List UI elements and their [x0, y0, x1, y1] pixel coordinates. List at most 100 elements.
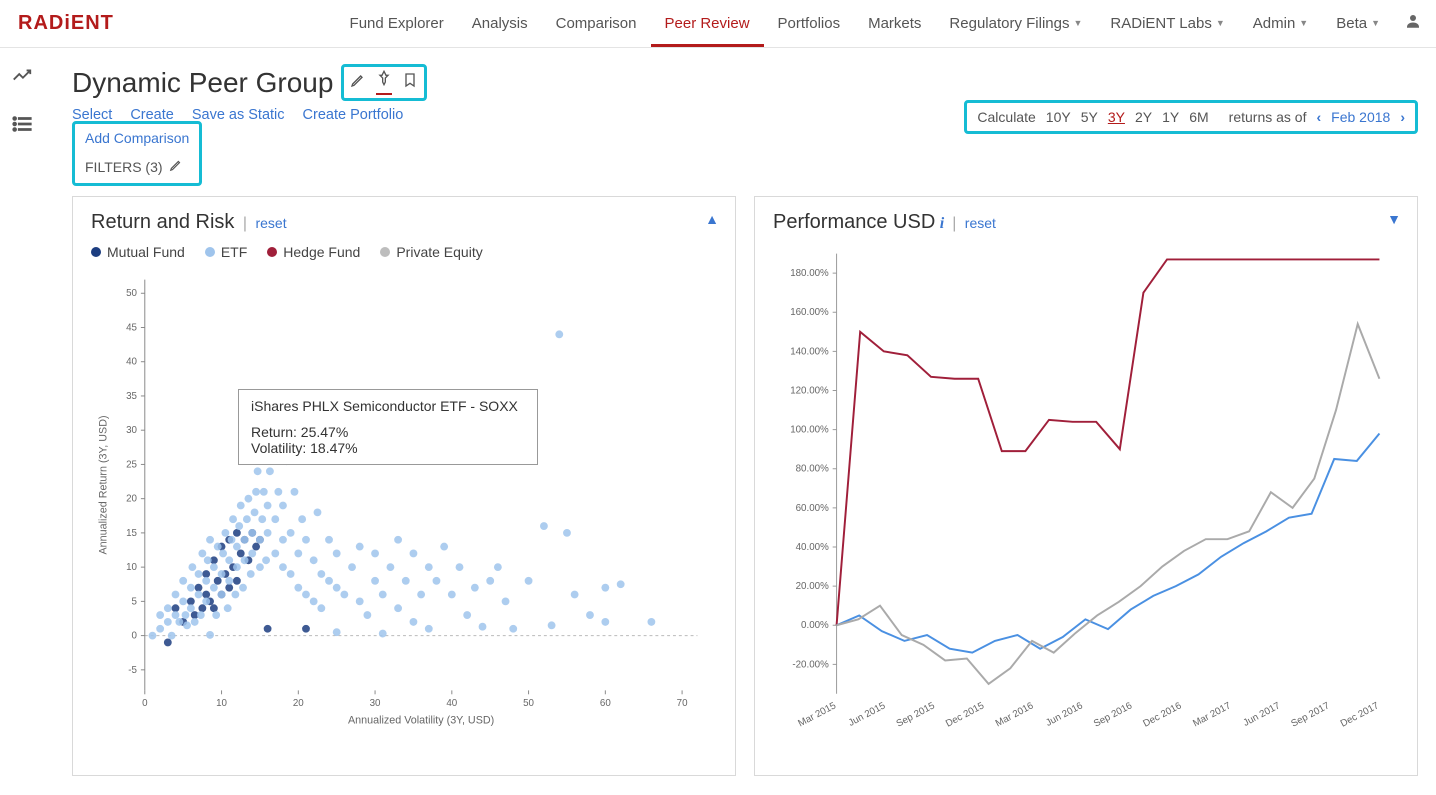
legend-private-equity[interactable]: Private Equity [380, 244, 482, 260]
nav-comparison[interactable]: Comparison [542, 1, 651, 47]
svg-text:50: 50 [126, 288, 137, 299]
nav-portfolios[interactable]: Portfolios [764, 1, 855, 47]
svg-text:Jun 2016: Jun 2016 [1044, 700, 1085, 729]
nav-radient-labs[interactable]: RADiENT Labs▼ [1096, 1, 1238, 47]
period-10Y[interactable]: 10Y [1046, 109, 1071, 125]
filters-label[interactable]: FILTERS (3) [85, 159, 163, 175]
svg-text:45: 45 [126, 322, 137, 333]
period-6M[interactable]: 6M [1189, 109, 1208, 125]
calc-date[interactable]: Feb 2018 [1331, 109, 1390, 125]
performance-chart[interactable]: -20.00% 0.00% 20.00% 40.00% 60.00% 80.00% 100.… [773, 234, 1399, 743]
svg-text:Mar 2016: Mar 2016 [994, 700, 1036, 729]
return-risk-reset[interactable]: reset [255, 215, 286, 231]
svg-text:Jun 2015: Jun 2015 [847, 700, 888, 729]
period-5Y[interactable]: 5Y [1081, 109, 1098, 125]
expand-icon[interactable]: ▼ [1387, 211, 1401, 227]
chart-icon[interactable] [11, 64, 33, 91]
collapse-icon[interactable]: ▲ [705, 211, 719, 227]
period-2Y[interactable]: 2Y [1135, 109, 1152, 125]
svg-text:20: 20 [293, 698, 304, 709]
svg-text:60: 60 [600, 698, 611, 709]
svg-text:5: 5 [132, 596, 138, 607]
svg-text:180.00%: 180.00% [790, 268, 829, 279]
svg-text:-20.00%: -20.00% [792, 659, 829, 670]
svg-text:Dec 2017: Dec 2017 [1339, 700, 1381, 729]
svg-text:-5: -5 [128, 665, 137, 676]
svg-text:Mar 2017: Mar 2017 [1191, 700, 1233, 729]
brand-logo[interactable]: RADiENT [18, 12, 114, 35]
date-prev-icon[interactable]: ‹ [1316, 109, 1321, 125]
nav-fund-explorer[interactable]: Fund Explorer [336, 1, 458, 47]
svg-text:20: 20 [126, 494, 137, 505]
period-3Y[interactable]: 3Y [1108, 109, 1125, 125]
filters-edit-icon[interactable] [169, 158, 183, 175]
performance-title: Performance USD [773, 211, 935, 233]
period-1Y[interactable]: 1Y [1162, 109, 1179, 125]
svg-text:0: 0 [132, 631, 138, 642]
performance-reset[interactable]: reset [965, 215, 996, 231]
user-icon[interactable] [1404, 12, 1422, 35]
topbar: RADiENT Fund ExplorerAnalysisComparisonP… [0, 0, 1436, 48]
svg-text:40.00%: 40.00% [796, 542, 829, 553]
svg-text:Jun 2017: Jun 2017 [1241, 700, 1282, 729]
svg-text:10: 10 [216, 698, 227, 709]
nav-markets[interactable]: Markets [854, 1, 935, 47]
nav-beta[interactable]: Beta▼ [1322, 1, 1394, 47]
nav-regulatory-filings[interactable]: Regulatory Filings▼ [935, 1, 1096, 47]
svg-text:Dec 2016: Dec 2016 [1141, 700, 1183, 729]
nav-analysis[interactable]: Analysis [458, 1, 542, 47]
svg-text:35: 35 [126, 391, 137, 402]
svg-text:30: 30 [126, 425, 137, 436]
sub-controls-box: Add Comparison FILTERS (3) [72, 121, 202, 186]
bookmark-icon[interactable] [402, 72, 418, 93]
svg-text:80.00%: 80.00% [796, 464, 829, 475]
legend-hedge-fund[interactable]: Hedge Fund [267, 244, 360, 260]
svg-text:40: 40 [446, 698, 457, 709]
left-rail [0, 48, 44, 208]
calc-suffix: returns as of [1229, 109, 1307, 125]
legend-mutual-fund[interactable]: Mutual Fund [91, 244, 185, 260]
svg-text:160.00%: 160.00% [790, 307, 829, 318]
svg-text:10: 10 [126, 562, 137, 573]
action-create-portfolio[interactable]: Create Portfolio [303, 107, 404, 123]
svg-text:Sep 2015: Sep 2015 [895, 700, 938, 730]
return-risk-legend: Mutual Fund ETF Hedge Fund Private Equity [91, 244, 717, 260]
pin-icon[interactable] [376, 70, 392, 95]
svg-text:0.00%: 0.00% [801, 620, 829, 631]
svg-text:Sep 2017: Sep 2017 [1289, 700, 1331, 729]
top-nav: Fund ExplorerAnalysisComparisonPeer Revi… [336, 1, 1394, 47]
date-next-icon[interactable]: › [1400, 109, 1405, 125]
svg-text:Annualized Volatility (3Y, USD: Annualized Volatility (3Y, USD) [348, 715, 494, 727]
calc-label: Calculate [977, 109, 1035, 125]
svg-text:20.00%: 20.00% [796, 581, 829, 592]
svg-text:25: 25 [126, 459, 137, 470]
svg-text:Mar 2015: Mar 2015 [796, 700, 838, 729]
svg-text:100.00%: 100.00% [790, 425, 829, 436]
svg-text:140.00%: 140.00% [790, 346, 829, 357]
svg-text:70: 70 [677, 698, 688, 709]
nav-admin[interactable]: Admin▼ [1239, 1, 1322, 47]
svg-text:50: 50 [523, 698, 534, 709]
return-risk-title: Return and Risk [91, 211, 234, 233]
calc-period-bar: Calculate 10Y5Y3Y2Y1Y6M returns as of ‹ … [964, 100, 1418, 134]
performance-panel: Performance USD i | reset ▼ -20.00%0.00%… [754, 196, 1418, 776]
info-icon[interactable]: i [940, 215, 948, 232]
scatter-chart[interactable]: -5 0 5 10 15 20 25 30 35 40 45 50 0 10 20 30 40 50 60 70 Ann… [91, 260, 717, 739]
scatter-tooltip: iShares PHLX Semiconductor ETF - SOXX Re… [238, 389, 538, 465]
add-comparison-link[interactable]: Add Comparison [85, 130, 189, 146]
svg-text:15: 15 [126, 528, 137, 539]
return-risk-panel: Return and Risk | reset ▲ Mutual FundETF… [72, 196, 736, 776]
legend-etf[interactable]: ETF [205, 244, 247, 260]
list-icon[interactable] [11, 113, 33, 140]
page-title: Dynamic Peer Group [72, 67, 333, 99]
svg-text:40: 40 [126, 357, 137, 368]
svg-text:Dec 2015: Dec 2015 [944, 700, 987, 730]
svg-text:30: 30 [370, 698, 381, 709]
svg-text:Annualized Return (3Y, USD): Annualized Return (3Y, USD) [98, 415, 110, 554]
svg-text:60.00%: 60.00% [796, 503, 829, 514]
edit-icon[interactable] [350, 72, 366, 93]
action-save-as-static[interactable]: Save as Static [192, 107, 285, 123]
nav-peer-review[interactable]: Peer Review [651, 1, 764, 47]
svg-text:Sep 2016: Sep 2016 [1092, 700, 1134, 729]
svg-text:0: 0 [142, 698, 148, 709]
